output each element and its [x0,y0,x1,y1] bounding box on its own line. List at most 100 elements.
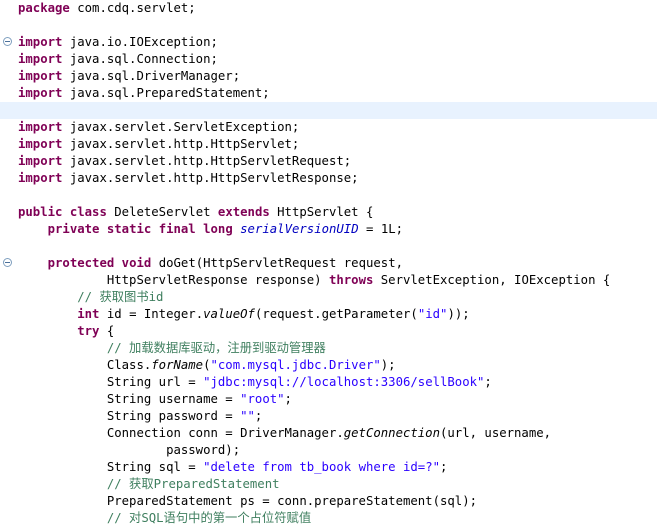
code-token: ; [284,392,292,406]
code-token: String sql = [18,460,204,474]
code-line[interactable]: public class DeleteServlet extends HttpS… [18,204,657,221]
code-token: id = Integer. [99,307,204,321]
code-line[interactable]: import java.sql.Connection; [18,51,657,68]
code-token: javax.servlet.ServletException; [62,120,300,134]
code-line[interactable]: PreparedStatement ps = conn.prepareState… [18,493,657,510]
code-token: { [99,324,115,338]
code-line[interactable]: Connection conn = DriverManager.getConne… [18,425,657,442]
code-keyword: class [69,205,107,219]
code-line[interactable]: String sql = "delete from tb_book where … [18,459,657,476]
code-keyword: import [18,120,63,134]
code-keyword: import [18,154,63,168]
code-keyword: import [18,171,63,185]
code-token: doGet(HttpServletRequest request, [151,256,404,270]
code-line[interactable]: HttpServletResponse response) throws Ser… [18,272,657,289]
code-token: java.io.IOException; [62,35,218,49]
code-line[interactable]: try { [18,323,657,340]
code-line[interactable]: import java.io.IOException; [18,34,657,51]
code-keyword: package [18,1,70,15]
code-string: "com.mysql.jdbc.Driver" [210,358,381,372]
code-token: java.sql.DriverManager; [62,69,241,83]
code-token: ; [440,460,448,474]
code-token: ; [254,409,263,423]
code-keyword: try [77,324,100,338]
code-token: ; [484,375,492,389]
code-line[interactable]: // 获取图书id [18,289,657,306]
code-line[interactable]: import java.sql.PreparedStatement; [18,85,657,102]
code-token: Connection conn = DriverManager. [18,426,344,440]
code-line[interactable]: import javax.servlet.http.HttpServletReq… [18,153,657,170]
code-token: DeleteServlet [106,205,218,219]
code-line[interactable]: private static final long serialVersionU… [18,221,657,238]
code-token: ); [380,358,396,372]
code-comment: // 获取PreparedStatement [106,477,280,491]
code-token: valueOf [203,307,255,321]
code-comment: // 加载数据库驱动，注册到驱动管理器 [106,341,326,355]
code-token: )); [447,307,470,321]
code-line[interactable] [18,187,657,204]
code-keyword: import [18,52,63,66]
code-token: String username = [18,392,241,406]
collapse-imports-icon[interactable] [3,37,12,46]
code-line[interactable]: import java.sql.DriverManager; [18,68,657,85]
code-keyword: public [18,205,63,219]
code-keyword: private [47,222,100,236]
code-line[interactable]: package com.cdq.servlet; [18,0,657,17]
code-token: PreparedStatement ps = conn.prepareState… [18,494,478,508]
code-token: ( [203,358,211,372]
code-keyword: void [121,256,152,270]
code-line[interactable]: import javax.servlet.http.HttpServlet; [18,136,657,153]
code-line[interactable]: // 获取PreparedStatement [18,476,657,493]
code-line[interactable]: String password = ""; [18,408,657,425]
code-string: "delete from tb_book where id=?" [203,460,441,474]
code-keyword: static [106,222,152,236]
code-keyword: long [203,222,233,236]
code-line[interactable]: protected void doGet(HttpServletRequest … [18,255,657,272]
code-keyword: throws [328,273,374,287]
code-token: password); [18,443,241,457]
code-token: java.sql.PreparedStatement; [62,86,270,100]
code-line[interactable] [18,238,657,255]
code-token: serialVersionUID [240,222,359,236]
code-line[interactable] [18,17,657,34]
code-keyword: int [77,307,100,321]
code-line[interactable]: Class.forName("com.mysql.jdbc.Driver"); [18,357,657,374]
code-token: ServletException, IOException { [373,273,611,287]
code-comment: // 获取图书id [77,290,164,304]
code-keyword: import [18,69,63,83]
code-token: HttpServlet { [269,205,374,219]
editor-gutter [0,0,15,527]
code-line[interactable]: password); [18,442,657,459]
code-string: "jdbc:mysql://localhost:3306/sellBook" [203,375,485,389]
code-line[interactable]: import javax.servlet.ServletException; [18,119,657,136]
code-area[interactable]: package com.cdq.servlet; import java.io.I… [0,0,657,527]
code-editor[interactable]: package com.cdq.servlet; import java.io.I… [0,0,657,527]
code-token: String password = [18,409,241,423]
code-line[interactable]: // 对SQL语句中的第一个占位符赋值 [18,510,657,527]
code-comment: // 对SQL语句中的第一个占位符赋值 [106,511,312,525]
code-line[interactable] [0,102,657,119]
code-token: (request.getParameter( [254,307,418,321]
code-token: getConnection [343,426,440,440]
code-line[interactable]: // 加载数据库驱动，注册到驱动管理器 [18,340,657,357]
code-line[interactable]: import javax.servlet.http.HttpServletRes… [18,170,657,187]
code-token: javax.servlet.http.HttpServletResponse; [62,171,359,185]
code-line[interactable]: int id = Integer.valueOf(request.getPara… [18,306,657,323]
collapse-method-icon[interactable] [3,258,12,267]
code-line[interactable]: String url = "jdbc:mysql://localhost:330… [18,374,657,391]
code-line[interactable]: String username = "root"; [18,391,657,408]
code-keyword: import [18,86,63,100]
code-token: Class. [18,358,152,372]
code-keyword: protected [47,256,115,270]
code-string: "root" [240,392,285,406]
code-keyword: extends [217,205,270,219]
